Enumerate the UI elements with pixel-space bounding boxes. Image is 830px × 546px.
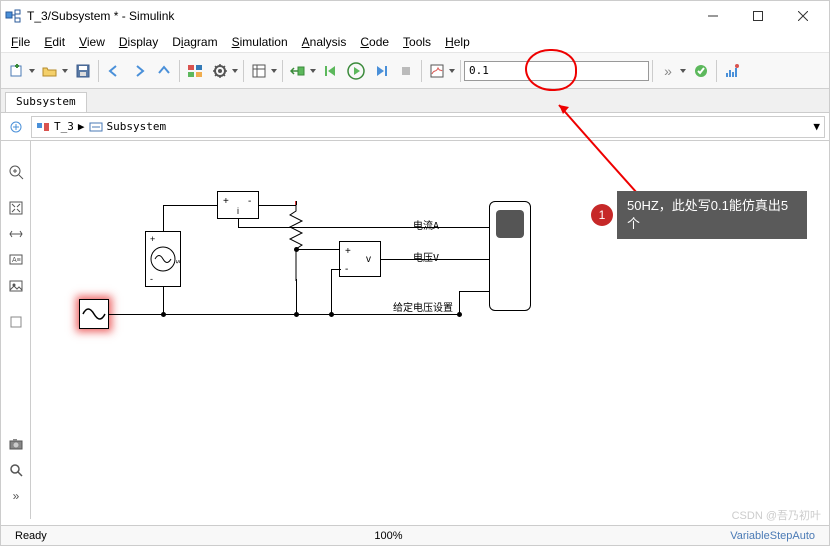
- annotation-tool-icon[interactable]: A≡: [5, 249, 27, 271]
- step-back-button[interactable]: [319, 59, 343, 83]
- menu-code[interactable]: Code: [354, 33, 395, 51]
- up-button[interactable]: [152, 59, 176, 83]
- ac-voltage-source-block[interactable]: + - s: [145, 231, 181, 287]
- close-button[interactable]: [780, 2, 825, 30]
- subsystem-icon: [89, 120, 103, 134]
- deploy-button[interactable]: [720, 59, 744, 83]
- breadcrumb-bar: T_3 ▶ Subsystem ▼: [1, 113, 829, 141]
- fast-restart-button[interactable]: [286, 59, 318, 83]
- svg-text:+: +: [223, 196, 229, 207]
- status-zoom: 100%: [366, 530, 410, 542]
- svg-text:+: +: [150, 234, 155, 244]
- svg-text:-: -: [248, 196, 251, 207]
- menu-tools[interactable]: Tools: [397, 33, 437, 51]
- menu-help[interactable]: Help: [439, 33, 476, 51]
- run-button[interactable]: [344, 59, 368, 83]
- callout-annotation: 1 50HZ，此处写0.1能仿真出5个: [591, 191, 807, 239]
- breadcrumb-sep-icon: ▶: [78, 120, 85, 133]
- series-rlc-block[interactable]: [285, 201, 307, 281]
- menu-display[interactable]: Display: [113, 33, 164, 51]
- breadcrumb[interactable]: T_3 ▶ Subsystem ▼: [31, 116, 825, 138]
- current-measurement-block[interactable]: + -i: [217, 191, 259, 219]
- model-explorer-button[interactable]: [247, 59, 279, 83]
- screenshot-icon[interactable]: [5, 433, 27, 455]
- svg-text:A≡: A≡: [12, 257, 21, 264]
- menu-file[interactable]: File: [5, 33, 36, 51]
- status-bar: Ready 100% VariableStepAuto: [1, 525, 829, 545]
- fit-to-view-icon[interactable]: [5, 197, 27, 219]
- image-tool-icon[interactable]: [5, 275, 27, 297]
- menu-diagram[interactable]: Diagram: [166, 33, 223, 51]
- menu-analysis[interactable]: Analysis: [296, 33, 353, 51]
- svg-text:i: i: [237, 206, 239, 216]
- minimize-button[interactable]: [690, 2, 735, 30]
- hide-navbar-button[interactable]: [5, 116, 27, 138]
- build-button[interactable]: [689, 59, 713, 83]
- svg-text:-: -: [345, 264, 348, 275]
- breadcrumb-root[interactable]: T_3: [54, 120, 74, 133]
- svg-text:+: +: [345, 246, 351, 257]
- port-label-current: 电流A: [413, 217, 439, 232]
- palette-bottom: »: [1, 433, 31, 507]
- svg-text:s: s: [174, 260, 180, 264]
- menu-edit[interactable]: Edit: [38, 33, 71, 51]
- svg-text:v: v: [366, 254, 371, 265]
- callout-number-badge: 1: [591, 204, 613, 226]
- zoom-in-icon[interactable]: [5, 161, 27, 183]
- toolbar: »: [1, 53, 829, 89]
- model-browser-icon[interactable]: »: [5, 485, 27, 507]
- simulation-mode-button[interactable]: »: [656, 59, 688, 83]
- port-label-voltage: 电压V: [413, 249, 439, 264]
- stop-button[interactable]: [394, 59, 418, 83]
- viewmark-icon[interactable]: [5, 311, 27, 333]
- breadcrumb-dropdown-icon[interactable]: ▼: [813, 120, 820, 133]
- callout-text: 50HZ，此处写0.1能仿真出5个: [617, 191, 807, 239]
- toggle-perspectives-icon[interactable]: [5, 223, 27, 245]
- menu-view[interactable]: View: [73, 33, 111, 51]
- back-button[interactable]: [102, 59, 126, 83]
- port-label-setvoltage: 给定电压设置: [393, 299, 453, 314]
- maximize-button[interactable]: [735, 2, 780, 30]
- forward-button[interactable]: [127, 59, 151, 83]
- find-icon[interactable]: [5, 459, 27, 481]
- scope-block[interactable]: [489, 201, 531, 311]
- tab-subsystem[interactable]: Subsystem: [5, 92, 87, 112]
- stop-time-input[interactable]: [464, 61, 649, 81]
- step-forward-button[interactable]: [369, 59, 393, 83]
- new-model-button[interactable]: [5, 59, 37, 83]
- sine-wave-block[interactable]: [79, 299, 109, 329]
- open-button[interactable]: [38, 59, 70, 83]
- breadcrumb-leaf[interactable]: Subsystem: [107, 120, 167, 133]
- model-config-button[interactable]: [208, 59, 240, 83]
- menu-simulation[interactable]: Simulation: [226, 33, 294, 51]
- data-inspector-button[interactable]: [425, 59, 457, 83]
- window-title: T_3/Subsystem * - Simulink: [27, 9, 690, 23]
- library-browser-button[interactable]: [183, 59, 207, 83]
- menu-bar: File Edit View Display Diagram Simulatio…: [1, 31, 829, 53]
- status-solver[interactable]: VariableStepAuto: [722, 530, 823, 542]
- status-ready: Ready: [7, 530, 55, 542]
- voltage-measurement-block[interactable]: + - v: [339, 241, 381, 277]
- model-icon: [36, 120, 50, 134]
- simulink-app-icon: [5, 8, 21, 24]
- title-bar: T_3/Subsystem * - Simulink: [1, 1, 829, 31]
- svg-text:-: -: [150, 274, 153, 284]
- model-tab-row: Subsystem: [1, 89, 829, 113]
- save-button[interactable]: [71, 59, 95, 83]
